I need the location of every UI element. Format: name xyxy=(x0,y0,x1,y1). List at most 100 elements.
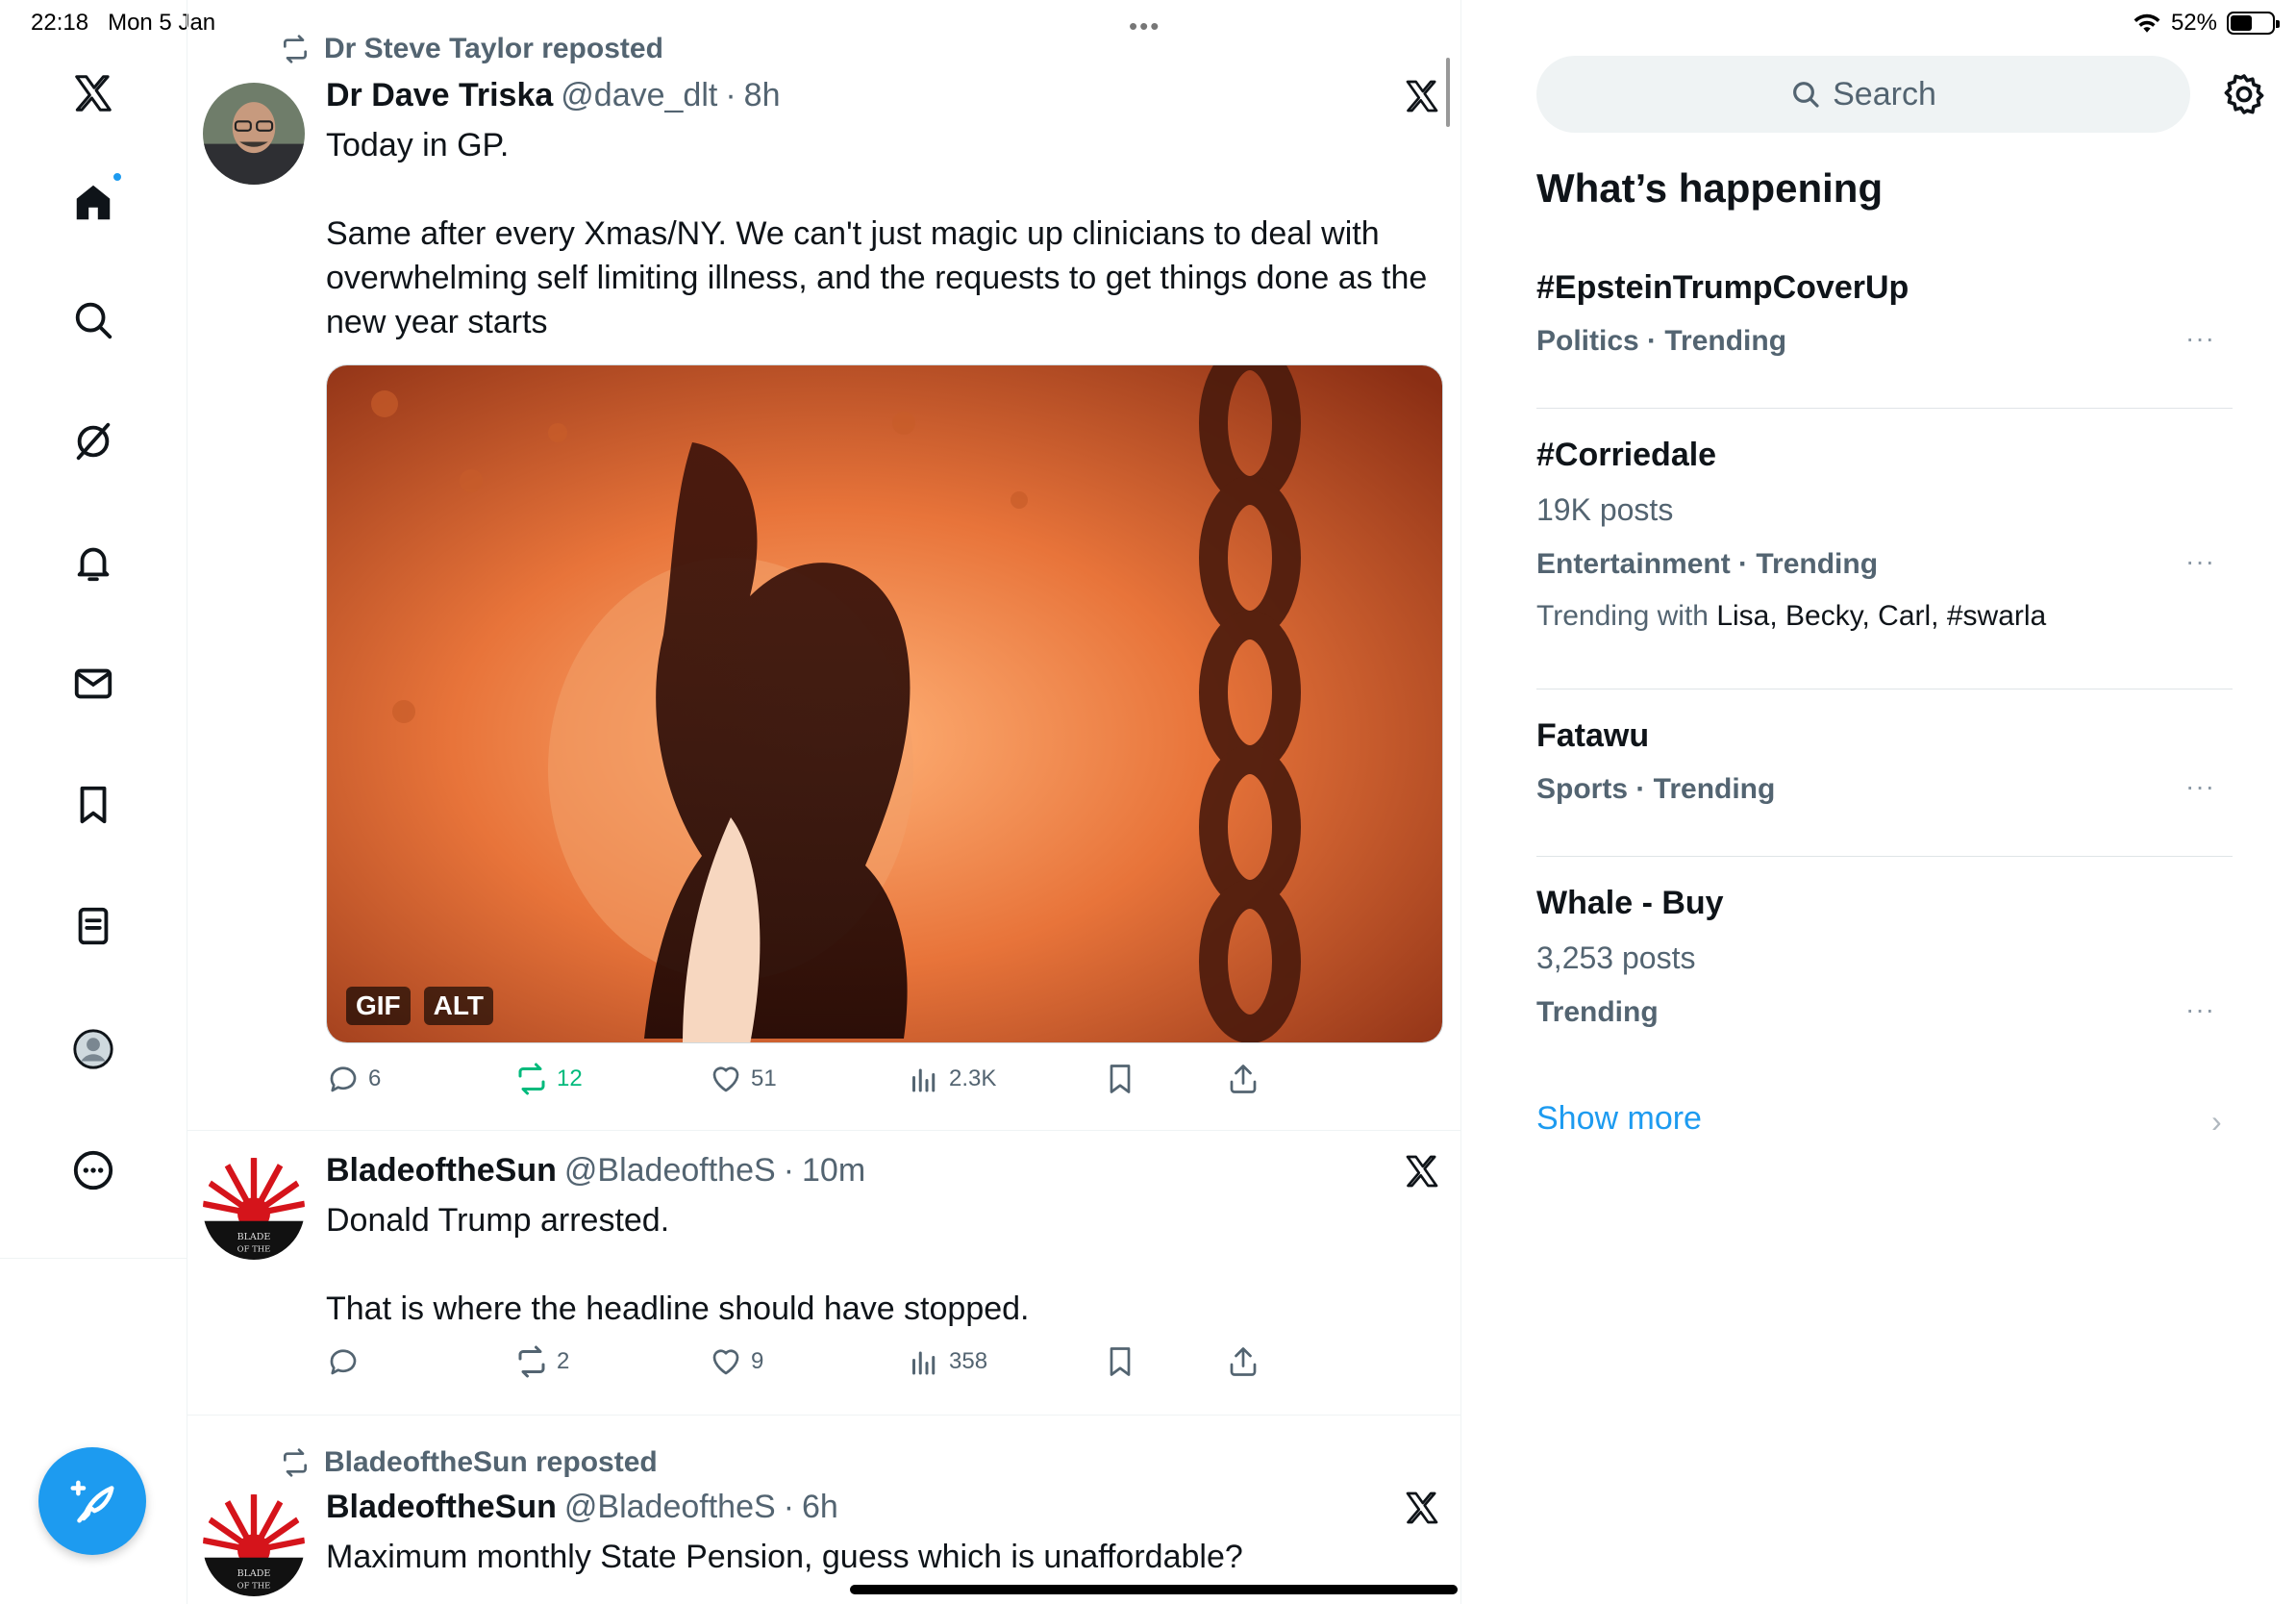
repost-icon xyxy=(518,1063,545,1095)
repost-icon xyxy=(518,1345,545,1378)
reply-button[interactable]: 6 xyxy=(326,1062,381,1096)
x-logo-icon[interactable] xyxy=(1403,1489,1441,1527)
author-handle[interactable]: @BladeoftheS xyxy=(564,1152,776,1190)
bookmark-icon xyxy=(1110,1347,1131,1376)
home-icon[interactable] xyxy=(60,169,127,237)
separator-dot: · xyxy=(725,77,736,113)
trend-divider xyxy=(1536,408,2233,409)
profile-icon[interactable] xyxy=(60,1015,127,1083)
tweet-card[interactable]: BladeoftheSun reposted BLADE OF THE Blad… xyxy=(187,1416,1460,1604)
repost-icon xyxy=(284,1448,307,1477)
more-options-icon[interactable] xyxy=(60,1137,127,1204)
share-icon xyxy=(1230,1347,1257,1376)
bookmark-button[interactable] xyxy=(1103,1062,1137,1096)
avatar[interactable] xyxy=(203,83,305,185)
tweet-time[interactable]: 10m xyxy=(802,1152,865,1190)
trend-category: Trending xyxy=(1536,996,1659,1028)
trend-more-icon[interactable]: ··· xyxy=(2185,546,2215,577)
share-button[interactable] xyxy=(1226,1344,1260,1379)
search-placeholder: Search xyxy=(1833,75,1936,113)
compose-button[interactable] xyxy=(38,1447,146,1555)
alt-badge[interactable]: ALT xyxy=(423,987,494,1025)
show-more-link[interactable]: Show more xyxy=(1536,1100,1702,1138)
svg-text:OF THE: OF THE xyxy=(237,1244,271,1254)
like-button[interactable]: 9 xyxy=(709,1344,763,1379)
separator-dot: · xyxy=(783,1152,795,1189)
repost-button[interactable]: 12 xyxy=(514,1062,583,1096)
search-input[interactable]: Search xyxy=(1536,56,2190,133)
separator-dot: · xyxy=(783,1489,795,1525)
reply-button[interactable] xyxy=(326,1344,368,1379)
views-button[interactable]: 2.3K xyxy=(907,1062,996,1096)
tweet-header: Dr Dave Triska @dave_dlt · 8h xyxy=(326,77,780,114)
tweet-time[interactable]: 8h xyxy=(744,77,781,114)
search-icon[interactable] xyxy=(60,287,127,354)
nav-rail xyxy=(0,0,187,1604)
trend-divider xyxy=(1536,856,2233,857)
nav-divider xyxy=(0,1258,187,1259)
tweet-text: Maximum monthly State Pension, guess whi… xyxy=(326,1539,1243,1575)
x-logo-icon[interactable] xyxy=(1403,1152,1441,1190)
author-name[interactable]: Dr Dave Triska xyxy=(326,77,553,114)
avatar[interactable]: BLADE OF THE xyxy=(203,1494,305,1596)
share-icon xyxy=(1230,1065,1257,1093)
tweet-text: Today in GP. Same after every Xmas/NY. W… xyxy=(326,127,1428,340)
x-logo-icon[interactable] xyxy=(1403,77,1441,115)
trend-with-names: Lisa, Becky, Carl, #swarla xyxy=(1716,600,2047,632)
author-handle[interactable]: @dave_dlt xyxy=(561,77,717,114)
repost-label: Dr Steve Taylor reposted xyxy=(324,33,663,64)
views-chart-icon xyxy=(912,1068,936,1092)
gif-badge: GIF xyxy=(346,987,411,1025)
like-button[interactable]: 51 xyxy=(709,1062,777,1096)
messages-envelope-icon[interactable] xyxy=(60,650,127,717)
right-sidebar: Search What’s happening #EpsteinTrumpCov… xyxy=(1536,0,2296,1604)
view-count: 358 xyxy=(949,1348,988,1374)
views-chart-icon xyxy=(912,1351,936,1375)
repost-indicator: Dr Steve Taylor reposted xyxy=(280,33,663,65)
notifications-bell-icon[interactable] xyxy=(60,529,127,596)
trend-name: Fatawu xyxy=(1536,717,1650,754)
tweet-media-gif[interactable]: GIF ALT xyxy=(326,364,1443,1043)
tweet-time[interactable]: 6h xyxy=(802,1489,838,1526)
trend-post-count: 3,253 posts xyxy=(1536,940,1696,975)
tweet-card[interactable]: Dr Steve Taylor reposted Dr Dave Triska … xyxy=(187,0,1460,1131)
reply-count: 6 xyxy=(368,1065,382,1091)
home-indicator[interactable] xyxy=(850,1585,1458,1594)
tweet-card[interactable]: BLADE OF THE BladeoftheSun @BladeoftheS … xyxy=(187,1131,1460,1416)
author-name[interactable]: BladeoftheSun xyxy=(326,1152,557,1190)
reply-icon xyxy=(330,1066,357,1092)
bookmark-button[interactable] xyxy=(1103,1344,1137,1379)
tweet-header: BladeoftheSun @BladeoftheS · 10m xyxy=(326,1152,865,1190)
trend-post-count: 19K posts xyxy=(1536,492,1674,527)
x-logo-icon[interactable] xyxy=(60,60,127,127)
grok-icon[interactable] xyxy=(60,408,127,475)
repost-indicator: BladeoftheSun reposted xyxy=(280,1446,658,1479)
timeline[interactable]: Dr Steve Taylor reposted Dr Dave Triska … xyxy=(187,0,1461,1604)
whats-happening-title: What’s happening xyxy=(1536,165,1884,211)
like-count: 9 xyxy=(751,1348,764,1374)
view-count: 2.3K xyxy=(949,1065,997,1091)
settings-gear-icon[interactable] xyxy=(2221,71,2267,117)
tweet-header: BladeoftheSun @BladeoftheS · 6h xyxy=(326,1489,838,1526)
trend-more-icon[interactable]: ··· xyxy=(2185,323,2215,354)
trend-more-icon[interactable]: ··· xyxy=(2185,771,2215,802)
svg-text:OF THE: OF THE xyxy=(237,1581,271,1591)
share-button[interactable] xyxy=(1226,1062,1260,1096)
repost-count: 2 xyxy=(557,1348,570,1374)
author-handle[interactable]: @BladeoftheS xyxy=(564,1489,776,1526)
trend-more-icon[interactable]: ··· xyxy=(2185,994,2215,1025)
bookmarks-icon[interactable] xyxy=(60,771,127,839)
avatar[interactable]: BLADE OF THE xyxy=(203,1158,305,1260)
trend-related: Trending with Lisa, Becky, Carl, #swarla xyxy=(1536,600,2046,633)
like-count: 51 xyxy=(751,1065,777,1091)
chevron-right-icon[interactable]: › xyxy=(2211,1104,2222,1140)
repost-label: BladeoftheSun reposted xyxy=(324,1446,658,1478)
svg-text:BLADE: BLADE xyxy=(237,1232,271,1242)
scroll-indicator[interactable] xyxy=(1446,58,1450,127)
media-badges: GIF ALT xyxy=(346,987,494,1025)
lists-icon[interactable] xyxy=(60,892,127,960)
trend-name: Whale - Buy xyxy=(1536,885,1724,921)
views-button[interactable]: 358 xyxy=(907,1344,987,1379)
author-name[interactable]: BladeoftheSun xyxy=(326,1489,557,1526)
repost-button[interactable]: 2 xyxy=(514,1344,569,1379)
